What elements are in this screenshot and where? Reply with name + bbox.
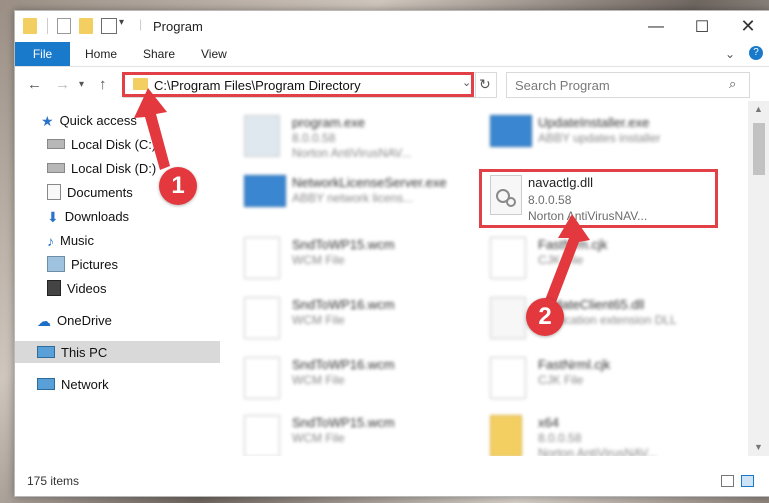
step-2-badge: 2 — [526, 298, 564, 336]
step-1-badge: 1 — [159, 167, 197, 205]
arrow-1 — [134, 88, 170, 170]
annotation-arrows — [134, 88, 590, 305]
arrow-2 — [545, 214, 590, 305]
